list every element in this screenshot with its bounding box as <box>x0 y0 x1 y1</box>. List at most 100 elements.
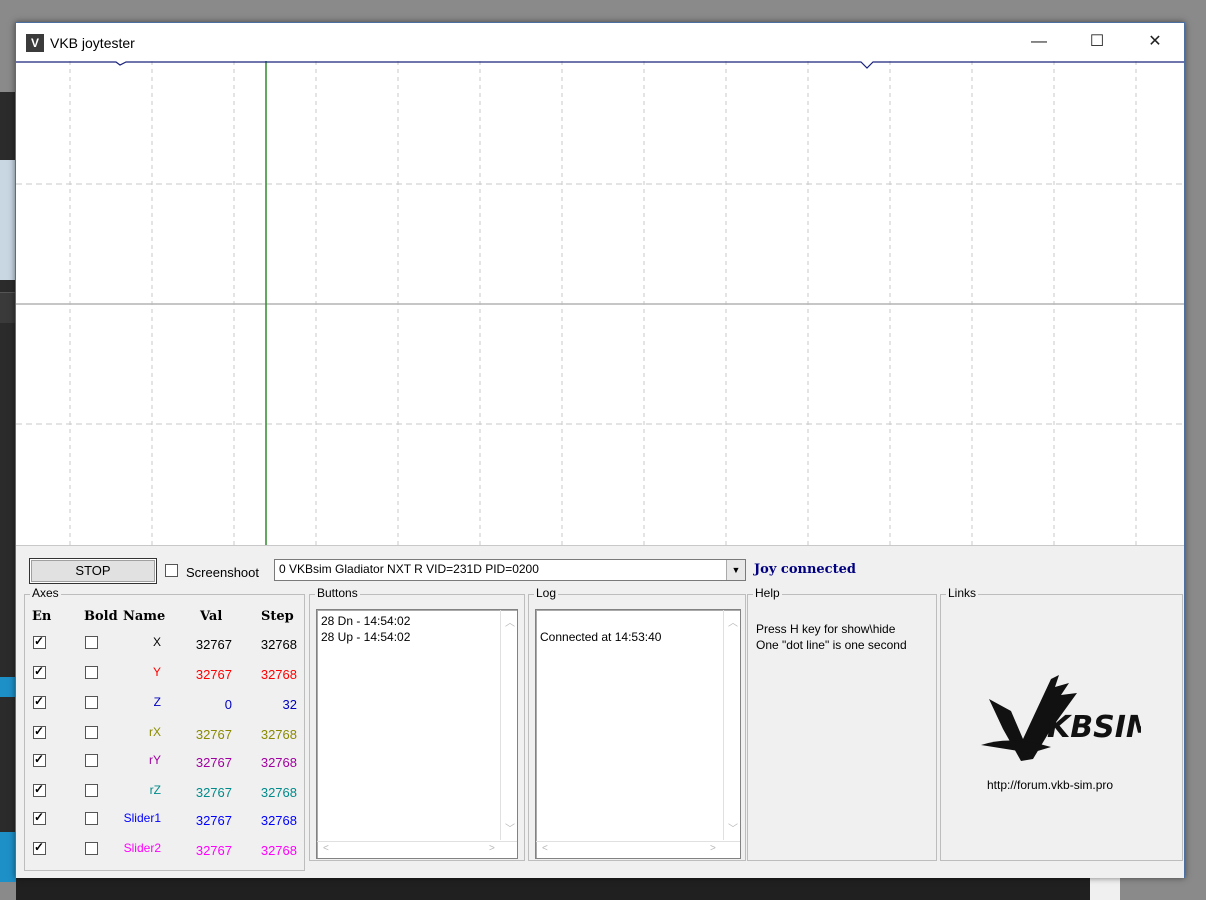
help-line-2: One "dot line" is one second <box>756 638 907 652</box>
help-line-1: Press H key for show\hide <box>756 622 896 636</box>
scroll-down-icon[interactable]: ﹀ <box>505 820 515 835</box>
axis-bold-checkbox[interactable] <box>85 784 98 797</box>
axis-enable-checkbox[interactable] <box>33 664 46 679</box>
horizontal-scrollbar[interactable]: < > <box>317 841 517 858</box>
screenshoot-label: Screenshoot <box>186 565 259 580</box>
axis-step: 32768 <box>260 843 297 858</box>
axis-enable-checkbox[interactable] <box>33 634 46 649</box>
axis-step: 32768 <box>260 755 297 770</box>
buttons-group-label: Buttons <box>315 586 360 600</box>
axis-name: rX <box>149 725 161 739</box>
help-text: Press H key for show\hide One "dot line"… <box>756 621 907 653</box>
axis-value: 0 <box>224 697 232 712</box>
scroll-right-icon[interactable]: > <box>710 843 716 854</box>
axis-bold-checkbox[interactable] <box>85 842 98 855</box>
minimize-button[interactable]: — <box>1016 23 1062 61</box>
vertical-scrollbar[interactable]: ︿ ﹀ <box>723 610 740 840</box>
scroll-up-icon[interactable]: ︿ <box>505 614 515 629</box>
axis-value: 32767 <box>195 813 232 828</box>
axis-value: 32767 <box>195 637 232 652</box>
axes-group-label: Axes <box>30 586 61 600</box>
axis-enable-checkbox[interactable] <box>33 724 46 739</box>
axis-row-rz: rZ 32767 32768 <box>25 781 304 801</box>
axis-enable-checkbox[interactable] <box>33 810 46 825</box>
maximize-button[interactable]: ☐ <box>1074 23 1120 61</box>
title-bar[interactable]: V VKB joytester — ☐ ✕ <box>16 23 1184 61</box>
joytester-window: V VKB joytester — ☐ ✕ STOP Screenshoot 0… <box>15 22 1185 878</box>
axis-value: 32767 <box>195 843 232 858</box>
dropdown-arrow-icon[interactable]: ▼ <box>726 560 745 580</box>
axis-value: 32767 <box>195 785 232 800</box>
scroll-left-icon[interactable]: < <box>542 843 548 854</box>
forum-link[interactable]: http://forum.vkb-sim.pro <box>987 778 1113 792</box>
axis-bold-checkbox[interactable] <box>85 666 98 679</box>
horizontal-scrollbar[interactable]: < > <box>536 841 740 858</box>
scroll-left-icon[interactable]: < <box>323 843 329 854</box>
axis-bold-checkbox[interactable] <box>85 812 98 825</box>
log-list[interactable]: Connected at 14:53:40 ︿ ﹀ < > <box>535 609 741 859</box>
background-panel <box>0 292 16 323</box>
logo-text: KBSIM <box>1047 710 1141 745</box>
header-val: Val <box>200 609 223 624</box>
axis-step: 32768 <box>260 727 297 742</box>
axis-enable-checkbox[interactable] <box>33 840 46 855</box>
scroll-up-icon[interactable]: ︿ <box>728 614 738 629</box>
connection-status: Joy connected <box>754 562 856 577</box>
axis-enable-checkbox[interactable] <box>33 694 46 709</box>
axis-bold-checkbox[interactable] <box>85 696 98 709</box>
background-panel <box>0 160 16 280</box>
header-step: Step <box>261 609 294 624</box>
help-group-label: Help <box>753 586 782 600</box>
background-app-bottom <box>16 876 1116 900</box>
device-select-value: 0 VKBsim Gladiator NXT R VID=231D PID=02… <box>279 562 539 576</box>
axis-plot-area <box>16 61 1184 545</box>
buttons-list[interactable]: 28 Dn - 14:54:02 28 Up - 14:54:02 ︿ ﹀ < … <box>316 609 518 859</box>
axis-row-rx: rX 32767 32768 <box>25 723 304 743</box>
links-group: Links KBSIM http://forum.vkb-sim.pro <box>940 586 1183 861</box>
log-group-label: Log <box>534 586 559 600</box>
log-entry: Connected at 14:53:40 <box>540 630 662 644</box>
axis-step: 32768 <box>260 813 297 828</box>
axis-step: 32768 <box>260 637 297 652</box>
background-app-strip <box>0 92 16 882</box>
screenshoot-checkbox[interactable] <box>165 564 178 577</box>
scroll-right-icon[interactable]: > <box>489 843 495 854</box>
close-button[interactable]: ✕ <box>1132 23 1178 61</box>
log-group: Log Connected at 14:53:40 ︿ ﹀ < > <box>528 586 746 861</box>
axis-name: Z <box>153 695 161 709</box>
stop-button[interactable]: STOP <box>29 558 157 584</box>
axis-step: 32768 <box>260 667 297 682</box>
list-item: 28 Dn - 14:54:02 <box>321 614 411 628</box>
vkb-app-icon: V <box>26 34 44 52</box>
device-select[interactable]: 0 VKBsim Gladiator NXT R VID=231D PID=02… <box>274 559 746 581</box>
axis-row-z: Z 0 32 <box>25 693 304 713</box>
axis-enable-checkbox[interactable] <box>33 782 46 797</box>
vkbsim-logo: KBSIM <box>981 675 1141 761</box>
header-en: En <box>32 609 52 624</box>
axis-bold-checkbox[interactable] <box>85 726 98 739</box>
axis-name: rY <box>149 753 161 767</box>
axis-step: 32768 <box>260 785 297 800</box>
axis-bold-checkbox[interactable] <box>85 636 98 649</box>
header-bold: Bold <box>84 609 118 624</box>
list-item: 28 Up - 14:54:02 <box>321 630 411 644</box>
scroll-down-icon[interactable]: ﹀ <box>728 820 738 835</box>
help-group: Help Press H key for show\hide One "dot … <box>747 586 937 861</box>
axis-value: 32767 <box>195 727 232 742</box>
axis-enable-checkbox[interactable] <box>33 752 46 767</box>
axis-row-slider1: Slider1 32767 32768 <box>25 809 304 829</box>
axis-row-slider2: Slider2 32767 32768 <box>25 839 304 859</box>
axis-value: 32767 <box>195 667 232 682</box>
axis-name: Slider1 <box>123 811 161 825</box>
control-panel: STOP Screenshoot 0 VKBsim Gladiator NXT … <box>16 545 1184 878</box>
buttons-group: Buttons 28 Dn - 14:54:02 28 Up - 14:54:0… <box>309 586 525 861</box>
vertical-scrollbar[interactable]: ︿ ﹀ <box>500 610 517 840</box>
axis-value: 32767 <box>195 755 232 770</box>
axis-name: rZ <box>149 783 161 797</box>
axis-bold-checkbox[interactable] <box>85 754 98 767</box>
links-group-label: Links <box>946 586 979 600</box>
axes-group: Axes En Bold Name Val Step X 32767 32768 Y 3… <box>24 586 305 871</box>
axis-name: X <box>152 635 161 649</box>
axis-name: Y <box>152 665 161 679</box>
header-name: Name <box>123 609 166 624</box>
